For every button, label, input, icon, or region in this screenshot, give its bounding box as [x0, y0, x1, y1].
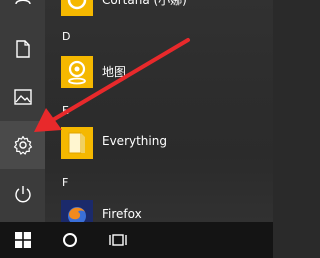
pictures-icon: [13, 89, 32, 105]
user-icon: [14, 0, 31, 5]
section-letter-f[interactable]: F: [62, 176, 68, 189]
section-letter-e[interactable]: E: [62, 104, 69, 117]
cortana-search-button[interactable]: [50, 222, 90, 258]
taskbar: [0, 222, 273, 258]
cortana-circle-icon: [63, 233, 77, 247]
power-button[interactable]: [0, 170, 45, 218]
app-list: Cortana (小娜) D 地图 E Everything F Firefox: [45, 0, 273, 222]
start-button[interactable]: [0, 222, 45, 258]
settings-button[interactable]: [0, 121, 45, 169]
app-label: Firefox: [102, 207, 142, 221]
cortana-app-tile: [61, 0, 93, 16]
start-menu-rail: [0, 0, 45, 222]
task-view-button[interactable]: [98, 222, 138, 258]
maps-app-tile: [61, 56, 93, 88]
windows-logo-icon: [14, 232, 31, 248]
firefox-icon: [68, 207, 86, 222]
settings-gear-icon: [13, 135, 32, 155]
maps-pin-icon: [68, 60, 86, 85]
documents-button[interactable]: [0, 25, 45, 73]
pictures-button[interactable]: [0, 73, 45, 121]
app-item-everything[interactable]: Everything: [45, 119, 273, 167]
app-label: Everything: [102, 134, 167, 148]
app-label: Cortana (小娜): [102, 0, 187, 7]
user-account-button[interactable]: [0, 0, 45, 20]
everything-app-tile: [61, 127, 93, 159]
app-item-maps[interactable]: 地图: [45, 48, 273, 96]
app-label: 地图: [102, 65, 127, 79]
section-letter-d[interactable]: D: [62, 30, 70, 43]
app-item-firefox[interactable]: Firefox: [45, 192, 273, 222]
task-view-icon: [109, 234, 127, 246]
power-icon: [14, 186, 31, 203]
document-icon: [15, 40, 30, 58]
app-item-cortana[interactable]: Cortana (小娜): [45, 0, 273, 24]
cortana-icon: [67, 0, 87, 10]
firefox-app-tile: [61, 200, 93, 222]
everything-folder-icon: [68, 132, 85, 154]
